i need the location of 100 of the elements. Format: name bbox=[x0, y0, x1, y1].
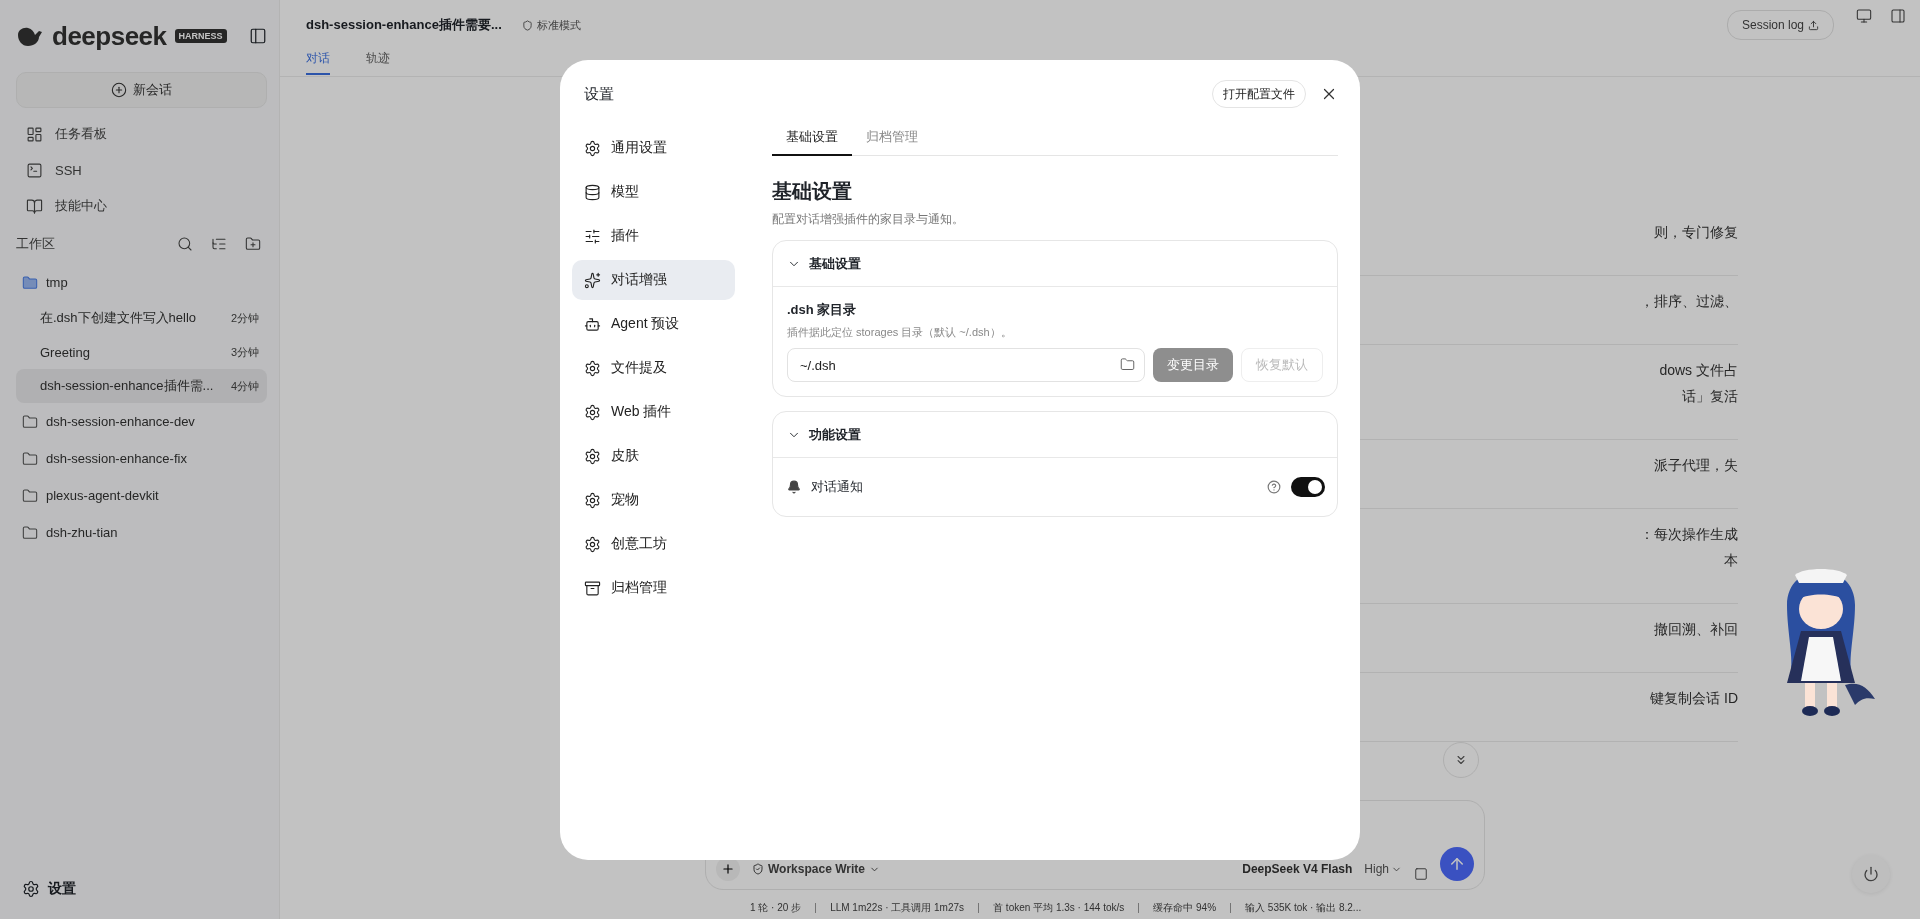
message-text: 键复制会话 ID bbox=[1650, 689, 1738, 708]
status-item: 缓存命中 94% bbox=[1153, 901, 1217, 915]
settings-nav-item[interactable]: 通用设置 bbox=[572, 128, 735, 168]
plus-icon bbox=[111, 82, 127, 98]
sidebar-toggle-icon[interactable] bbox=[249, 27, 267, 45]
gear-icon bbox=[584, 139, 601, 157]
archive-icon bbox=[584, 579, 601, 597]
mode-label: 标准模式 bbox=[536, 17, 581, 33]
book-icon bbox=[26, 197, 43, 215]
settings-tab[interactable]: 归档管理 bbox=[852, 128, 932, 156]
settings-nav-item[interactable]: Web 插件 bbox=[572, 392, 735, 432]
message-text: ：每次操作生成 bbox=[1640, 525, 1738, 544]
settings-nav-item[interactable]: 归档管理 bbox=[572, 568, 735, 608]
page-description: 配置对话增强插件的家目录与通知。 bbox=[772, 211, 965, 228]
status-item: LLM 1m22s · 工具调用 1m27s bbox=[830, 901, 965, 915]
folder-icon[interactable] bbox=[1120, 357, 1135, 372]
toggle-switch[interactable] bbox=[1291, 477, 1325, 497]
logo-icon bbox=[16, 25, 44, 47]
new-folder-icon[interactable] bbox=[245, 236, 261, 252]
message-text: 本 bbox=[1724, 551, 1738, 570]
chat-title: dsh-session-enhance插件需要... bbox=[306, 16, 502, 34]
dialog-title: 设置 bbox=[584, 84, 614, 104]
stop-icon[interactable] bbox=[1414, 867, 1428, 881]
message-text: 撤回溯、补回 bbox=[1654, 620, 1738, 639]
open-config-button[interactable]: 打开配置文件 bbox=[1212, 80, 1306, 108]
help-icon[interactable] bbox=[1267, 480, 1281, 494]
project-item[interactable]: plexus-agent-devkit bbox=[46, 488, 159, 503]
project-item[interactable]: dsh-zhu-tian bbox=[46, 525, 118, 540]
terminal-icon bbox=[26, 161, 43, 179]
nav-item[interactable]: 技能中心 bbox=[55, 197, 107, 215]
sparkle-icon bbox=[584, 271, 601, 289]
view-tab[interactable]: 轨迹 bbox=[366, 50, 390, 75]
status-item: 输入 535K tok · 输出 8.2... bbox=[1245, 901, 1362, 915]
edition-badge: HARNESS bbox=[174, 29, 227, 43]
message-text: 话」复活 bbox=[1682, 387, 1738, 406]
session-log-button[interactable]: Session log bbox=[1726, 10, 1834, 40]
mode-selector[interactable]: Workspace Write bbox=[752, 857, 880, 881]
directory-field[interactable]: ~/.dsh bbox=[787, 348, 1145, 382]
settings-nav-item[interactable]: 宠物 bbox=[572, 480, 735, 520]
power-button[interactable] bbox=[1852, 855, 1890, 893]
logo-text: deepseek bbox=[52, 20, 167, 52]
page-heading: 基础设置 bbox=[772, 179, 853, 204]
card-title[interactable]: 基础设置 bbox=[809, 254, 861, 273]
chat-title: dsh-session-enhance插件需... bbox=[40, 377, 214, 395]
chat-item[interactable]: Greeting 3分钟 bbox=[16, 335, 267, 369]
project-item[interactable]: tmp bbox=[46, 275, 68, 290]
gear-icon bbox=[584, 447, 601, 465]
time-label: 4分钟 bbox=[230, 378, 259, 394]
chat-title: Greeting bbox=[40, 344, 90, 360]
settings-nav-item[interactable]: 插件 bbox=[572, 216, 735, 256]
view-tab[interactable]: 对话 bbox=[306, 50, 330, 75]
gear-icon bbox=[584, 359, 601, 377]
time-label: 2分钟 bbox=[230, 310, 259, 326]
message-text: dows 文件占 bbox=[1659, 361, 1738, 380]
settings-nav-item[interactable]: 模型 bbox=[572, 172, 735, 212]
settings-link[interactable]: 设置 bbox=[48, 880, 76, 898]
shield-icon bbox=[521, 19, 533, 31]
nav-item[interactable]: SSH bbox=[55, 162, 82, 178]
status-item: 1 轮 · 20 步 bbox=[750, 901, 802, 915]
effort-selector[interactable]: High bbox=[1364, 857, 1402, 881]
search-icon[interactable] bbox=[177, 236, 193, 252]
message-text: 派子代理，失 bbox=[1654, 456, 1738, 475]
shield-icon bbox=[752, 863, 764, 875]
settings-nav-item[interactable]: 对话增强 bbox=[572, 260, 735, 300]
settings-nav-item[interactable]: 创意工坊 bbox=[572, 524, 735, 564]
panel-icon[interactable] bbox=[1890, 8, 1906, 24]
send-button[interactable] bbox=[1440, 847, 1474, 881]
field-hint: 插件据此定位 storages 目录（默认 ~/.dsh）。 bbox=[787, 325, 1013, 340]
project-item[interactable]: dsh-session-enhance-fix bbox=[46, 451, 187, 466]
gear-icon bbox=[584, 403, 601, 421]
upload-icon bbox=[1808, 19, 1819, 31]
model-selector[interactable]: DeepSeek V4 Flash bbox=[1242, 857, 1353, 881]
gear-icon bbox=[22, 880, 40, 898]
nav-item[interactable]: 任务看板 bbox=[55, 125, 107, 143]
settings-nav-item[interactable]: 皮肤 bbox=[572, 436, 735, 476]
message-text: 则，专门修复 bbox=[1654, 223, 1738, 242]
board-icon bbox=[26, 125, 43, 143]
project-item[interactable]: dsh-session-enhance-dev bbox=[46, 414, 195, 429]
plus-icon bbox=[721, 862, 735, 876]
new-chat-button[interactable]: 新会话 bbox=[16, 72, 267, 108]
message-text: ，排序、过滤、 bbox=[1640, 292, 1738, 311]
chat-item[interactable]: 在.dsh下创建文件写入hello 2分钟 bbox=[16, 301, 267, 335]
section-label: 工作区 bbox=[16, 235, 55, 253]
setting-label: 对话通知 bbox=[811, 478, 863, 496]
sliders-icon bbox=[584, 227, 601, 245]
settings-tab[interactable]: 基础设置 bbox=[772, 128, 852, 156]
settings-nav-item[interactable]: Agent 预设 bbox=[572, 304, 735, 344]
chevrons-down-icon bbox=[1454, 753, 1468, 767]
tree-icon[interactable] bbox=[211, 236, 227, 252]
database-icon bbox=[584, 183, 601, 201]
field-label: .dsh 家目录 bbox=[787, 301, 858, 319]
gear-icon bbox=[584, 535, 601, 553]
monitor-icon[interactable] bbox=[1856, 8, 1872, 24]
power-icon bbox=[1863, 866, 1879, 882]
settings-nav-item[interactable]: 文件提及 bbox=[572, 348, 735, 388]
chat-title: 在.dsh下创建文件写入hello bbox=[40, 309, 197, 327]
chat-item[interactable]: dsh-session-enhance插件需... 4分钟 bbox=[16, 369, 267, 403]
status-item: 首 token 平均 1.3s · 144 tok/s bbox=[993, 901, 1125, 915]
bell-icon bbox=[787, 480, 801, 494]
card-title[interactable]: 功能设置 bbox=[809, 425, 861, 444]
